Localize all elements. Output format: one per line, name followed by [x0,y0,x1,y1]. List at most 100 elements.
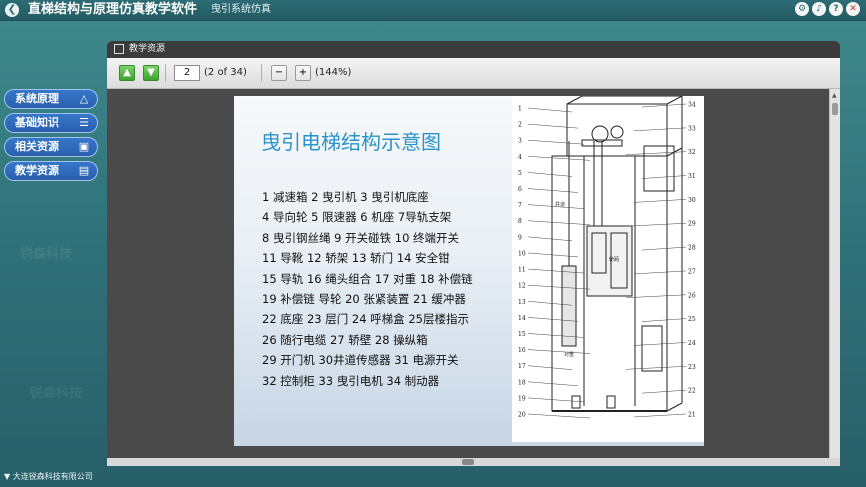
diagram-leader-line [527,284,591,290]
watermark: 锐森科技 [30,386,83,401]
diagram-callout-label: 28 [688,245,696,252]
diagram-callout-label: 1 [518,106,522,113]
settings-icon[interactable]: ⚙ [795,2,809,16]
diagram-callout-label: 19 [518,395,526,402]
zoom-out-button[interactable]: − [271,65,287,81]
back-icon[interactable]: ❮ [5,3,19,17]
parts-line: 1 减速箱 2 曳引机 3 曳引机底座 [262,190,429,204]
scroll-thumb[interactable] [832,103,838,115]
elevator-diagram-svg: 1234567891011121314151617181920 34333231… [518,96,696,419]
parts-line: 29 开门机 30井道传感器 31 电源开关 [262,353,459,368]
prev-page-button[interactable]: ▲ [119,65,135,81]
diagram-callout-label: 2 [518,122,522,129]
horizontal-scrollbar[interactable] [107,458,840,466]
diagram-part-text: 轿厢 [609,256,619,263]
diagram-callout-label: 34 [688,102,696,109]
toolbar-divider [165,64,166,82]
zoom-in-button[interactable]: + [295,65,311,81]
menu-item-label: 系统原理 [15,92,59,105]
menu-item-label: 基础知识 [15,116,59,129]
elevator-structure-diagram: 1 2 3 4 5 6 7 8 9 10 11 12 13 14 15 16 17 18 19 20 34 33 32 31… [512,96,704,442]
diagram-callout-label: 29 [688,221,696,228]
document-page: 曳引电梯结构示意图 1 减速箱 2 曳引机 3 曳引机底座 4 导向轮 5 限速… [234,96,704,446]
diagram-leader-line [527,123,579,129]
diagram-callout-label: 30 [688,197,696,204]
document-area[interactable]: 曳引电梯结构示意图 1 减速箱 2 曳引机 3 曳引机底座 4 导向轮 5 限速… [107,89,829,459]
book-icon: ☰ [79,116,89,129]
diagram-leader-line [527,252,579,258]
viewer-toolbar: ▲ ▼ 2 (2 of 34) − + (144%) [107,58,840,89]
viewer-title: 教学资源 [129,44,166,54]
diagram-callout-label: 33 [688,125,696,132]
scroll-thumb[interactable] [462,459,474,465]
toolbar-divider [261,64,262,82]
menu-item-label: 教学资源 [15,164,59,177]
diagram-callout-label: 23 [688,364,696,371]
diagram-callout-label: 22 [688,388,696,395]
diagram-callout-label: 21 [688,412,696,419]
diagram-callout-label: 13 [518,299,526,306]
diagram-leader-line [641,246,687,251]
app-title: 直梯结构与原理仿真教学软件 [28,2,198,17]
vertical-scrollbar[interactable]: ▲ [829,89,840,459]
scroll-up-icon[interactable]: ▲ [832,92,837,99]
menu-item-related-resources[interactable]: 相关资源 ▣ [4,137,98,157]
diagram-callout-label: 14 [518,315,526,322]
diagram-leader-line [625,151,687,155]
menu-item-basic-knowledge[interactable]: 基础知识 ☰ [4,113,98,133]
volume-icon[interactable]: ♪ [812,2,826,16]
module-subtitle: 曳引系统仿真 [211,4,271,15]
diagram-leader-line [527,139,585,145]
help-icon[interactable]: ? [829,2,843,16]
network-icon: △ [79,92,89,105]
parts-line: 11 导靴 12 轿架 13 轿门 14 安全钳 [262,251,450,266]
diagram-leader-line [527,220,591,225]
diagram-callout-label: 3 [518,138,522,145]
diagram-part-text: 对重 [564,351,574,358]
parts-line: 8 曳引钢丝绳 9 开关碰铁 10 终端开关 [262,230,460,245]
diagram-leader-line [527,107,573,113]
diagram-leader-line [641,175,687,179]
viewer-window-icon [114,44,124,54]
diagram-callout-label: 7 [518,202,522,209]
diagram-leader-line [641,318,687,322]
diagram-leader-line [527,172,573,177]
header-actions: ⚙ ♪ ? ✕ [795,2,860,16]
diagram-leader-line [633,270,687,275]
diagram-callout-label: 24 [688,340,696,347]
page-count-text: (2 of 34) [204,67,247,78]
diagram-callout-label: 4 [518,154,522,161]
diagram-leader-line [633,127,687,132]
diagram-leader-line [641,389,687,394]
diagram-callout-label: 32 [688,149,696,156]
parts-line: 32 控制柜 33 曳引电机 34 制动器 [262,373,440,388]
viewer-titlebar: 教学资源 [107,41,840,58]
diagram-callout-label: 27 [688,268,696,275]
diagram-callout-label: 25 [688,316,696,323]
page-title: 曳引电梯结构示意图 [261,130,441,154]
next-page-button[interactable]: ▼ [143,65,159,81]
diagram-callout-label: 12 [518,283,526,290]
company-logo-icon: ▼ [4,472,11,481]
diagram-leader-line [527,397,585,403]
menu-item-label: 相关资源 [15,140,59,153]
menu-item-system-principle[interactable]: 系统原理 △ [4,89,98,109]
diagram-callout-label: 16 [518,347,526,354]
parts-line: 4 导向轮 5 限速器 6 机座 7导轨支架 [262,210,452,225]
diagram-leader-line [633,199,687,203]
menu-item-teaching-resources[interactable]: 教学资源 ▤ [4,161,98,181]
parts-list: 1 减速箱 2 曳引机 3 曳引机底座 4 导向轮 5 限速器 6 机座 7导轨… [262,187,512,391]
diagram-callout-label: 15 [518,331,526,338]
diagram-callout-label: 8 [518,218,522,225]
diagram-leader-line [527,188,579,193]
page-number-input[interactable]: 2 [174,65,200,81]
diagram-callout-label: 6 [518,186,522,193]
parts-line: 15 导轨 16 绳头组合 17 对重 18 补偿链 [262,271,473,286]
parts-line: 19 补偿链 导轮 20 张紧装置 21 缓冲器 [262,292,466,307]
diagram-leader-line [527,381,579,387]
diagram-callout-label: 31 [688,173,696,180]
document-viewer: 教学资源 ▲ ▼ 2 (2 of 34) − + (144%) 曳引电梯结构示意… [107,41,840,466]
app-header: ❮ 直梯结构与原理仿真教学软件 曳引系统仿真 ⚙ ♪ ? ✕ [0,0,866,21]
diagram-callout-label: 26 [688,292,696,299]
close-icon[interactable]: ✕ [846,2,860,16]
